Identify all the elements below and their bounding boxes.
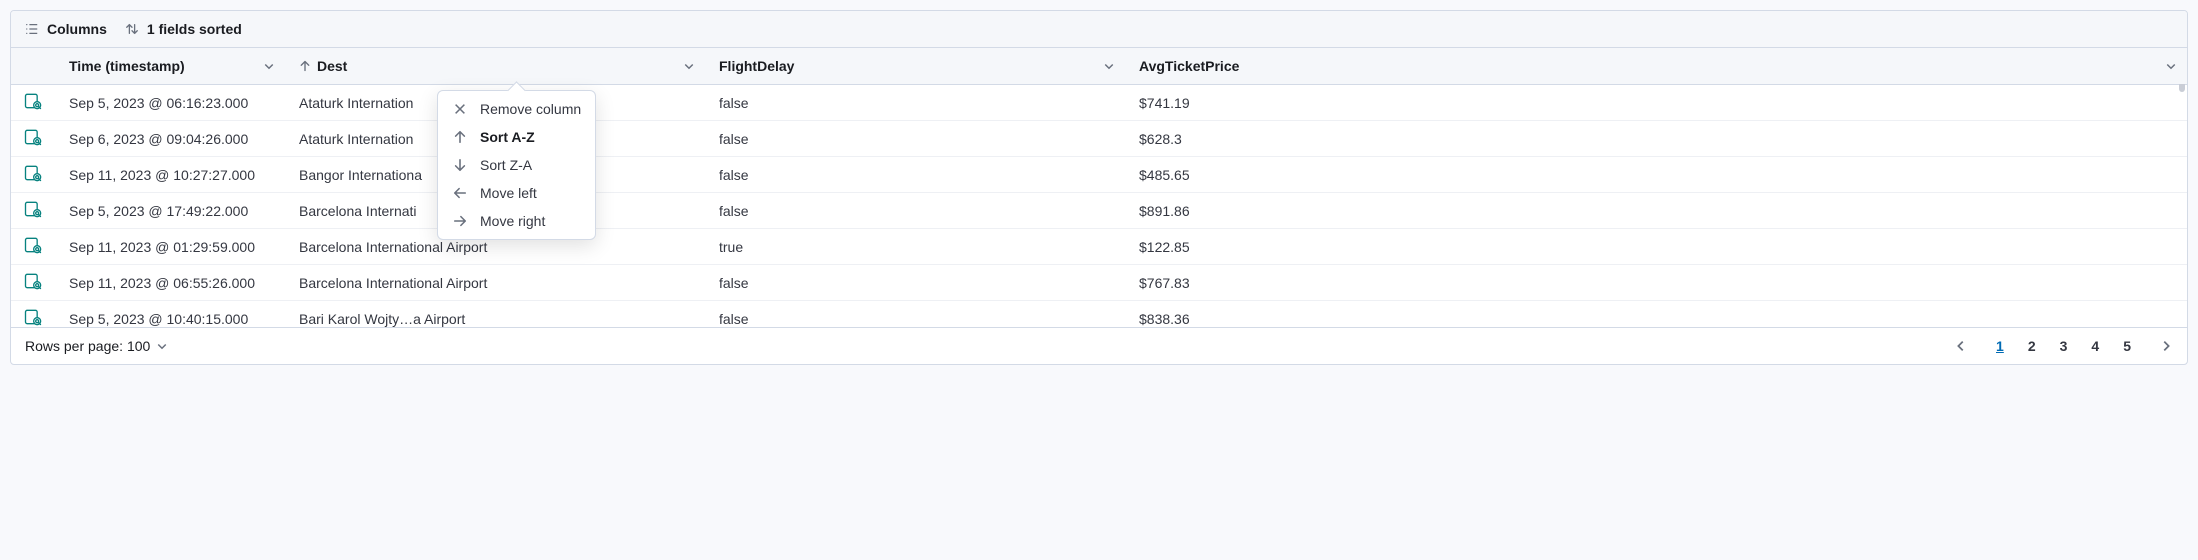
table-row: Sep 11, 2023 @ 06:55:26.000Barcelona Int…: [11, 265, 2187, 301]
expand-row-icon[interactable]: [23, 271, 43, 291]
menu-item-sort-za[interactable]: Sort Z-A: [438, 151, 595, 179]
cell-dest: Bari Karol Wojty…a Airport: [285, 301, 705, 329]
column-header-dest[interactable]: Dest: [285, 48, 705, 85]
cell-time: Sep 11, 2023 @ 10:27:27.000: [55, 157, 285, 193]
cell-time: Sep 5, 2023 @ 10:40:15.000: [55, 301, 285, 329]
x-icon: [452, 102, 468, 116]
table-scroll-area[interactable]: Time (timestamp) Dest: [11, 48, 2187, 328]
cell-flightdelay: false: [705, 193, 1125, 229]
cell-avgprice: $628.3: [1125, 121, 2187, 157]
page-1[interactable]: 1: [1996, 338, 2004, 354]
data-table-panel: Columns 1 fields sorted Time (timestamp): [10, 10, 2188, 365]
expand-row-icon[interactable]: [23, 91, 43, 111]
menu-label: Sort A-Z: [480, 129, 535, 145]
expand-row-icon[interactable]: [23, 163, 43, 183]
column-context-menu: Remove column Sort A-Z Sort Z-A Move lef…: [437, 90, 596, 240]
table-row: Sep 5, 2023 @ 10:40:15.000Bari Karol Woj…: [11, 301, 2187, 329]
cell-flightdelay: true: [705, 229, 1125, 265]
table-row: Sep 11, 2023 @ 01:29:59.000Barcelona Int…: [11, 229, 2187, 265]
list-icon: [25, 22, 39, 36]
rows-per-page-select[interactable]: Rows per page: 100: [25, 338, 168, 354]
menu-label: Move left: [480, 185, 537, 201]
columns-button[interactable]: Columns: [25, 21, 107, 37]
cell-flightdelay: false: [705, 121, 1125, 157]
expand-header: [11, 48, 55, 85]
chevron-down-icon[interactable]: [2165, 60, 2177, 72]
menu-label: Sort Z-A: [480, 157, 532, 173]
page-next[interactable]: [2159, 339, 2173, 353]
arrow-up-icon: [299, 60, 311, 72]
menu-item-move-right[interactable]: Move right: [438, 207, 595, 235]
page-4[interactable]: 4: [2091, 338, 2099, 354]
sort-status-label: 1 fields sorted: [147, 21, 242, 37]
arrow-right-icon: [452, 214, 468, 228]
cell-flightdelay: false: [705, 301, 1125, 329]
cell-flightdelay: false: [705, 85, 1125, 121]
pagination: 1 2 3 4 5: [1954, 338, 2173, 354]
cell-time: Sep 5, 2023 @ 17:49:22.000: [55, 193, 285, 229]
chevron-down-icon[interactable]: [683, 60, 695, 72]
cell-time: Sep 5, 2023 @ 06:16:23.000: [55, 85, 285, 121]
cell-flightdelay: false: [705, 265, 1125, 301]
sort-icon: [125, 22, 139, 36]
header-label: FlightDelay: [719, 58, 794, 74]
data-table: Time (timestamp) Dest: [11, 48, 2187, 328]
menu-item-move-left[interactable]: Move left: [438, 179, 595, 207]
menu-item-remove-column[interactable]: Remove column: [438, 95, 595, 123]
table-row: Sep 11, 2023 @ 10:27:27.000Bangor Intern…: [11, 157, 2187, 193]
table-row: Sep 5, 2023 @ 17:49:22.000Barcelona Inte…: [11, 193, 2187, 229]
chevron-down-icon[interactable]: [263, 60, 275, 72]
cell-avgprice: $485.65: [1125, 157, 2187, 193]
header-label: Dest: [317, 58, 347, 74]
cell-avgprice: $767.83: [1125, 265, 2187, 301]
table-toolbar: Columns 1 fields sorted: [11, 11, 2187, 48]
arrow-down-icon: [452, 158, 468, 172]
page-prev[interactable]: [1954, 339, 1968, 353]
cell-time: Sep 6, 2023 @ 09:04:26.000: [55, 121, 285, 157]
expand-row-icon[interactable]: [23, 307, 43, 327]
menu-label: Move right: [480, 213, 545, 229]
expand-row-icon[interactable]: [23, 235, 43, 255]
arrow-left-icon: [452, 186, 468, 200]
page-3[interactable]: 3: [2060, 338, 2068, 354]
cell-avgprice: $838.36: [1125, 301, 2187, 329]
header-label: AvgTicketPrice: [1139, 58, 1239, 74]
chevron-down-icon[interactable]: [1103, 60, 1115, 72]
cell-time: Sep 11, 2023 @ 01:29:59.000: [55, 229, 285, 265]
expand-row-icon[interactable]: [23, 127, 43, 147]
table-row: Sep 5, 2023 @ 06:16:23.000Ataturk Intern…: [11, 85, 2187, 121]
menu-label: Remove column: [480, 101, 581, 117]
header-label: Time (timestamp): [69, 58, 185, 74]
column-header-avgprice[interactable]: AvgTicketPrice: [1125, 48, 2187, 85]
cell-dest: Barcelona International Airport: [285, 265, 705, 301]
cell-time: Sep 11, 2023 @ 06:55:26.000: [55, 265, 285, 301]
sort-status-button[interactable]: 1 fields sorted: [125, 21, 242, 37]
chevron-down-icon: [156, 340, 168, 352]
cell-avgprice: $891.86: [1125, 193, 2187, 229]
column-header-flightdelay[interactable]: FlightDelay: [705, 48, 1125, 85]
menu-item-sort-az[interactable]: Sort A-Z: [438, 123, 595, 151]
table-footer: Rows per page: 100 1 2 3 4 5: [11, 328, 2187, 364]
cell-flightdelay: false: [705, 157, 1125, 193]
columns-label: Columns: [47, 21, 107, 37]
cell-avgprice: $741.19: [1125, 85, 2187, 121]
column-header-time[interactable]: Time (timestamp): [55, 48, 285, 85]
page-2[interactable]: 2: [2028, 338, 2036, 354]
arrow-up-icon: [452, 130, 468, 144]
page-5[interactable]: 5: [2123, 338, 2131, 354]
cell-avgprice: $122.85: [1125, 229, 2187, 265]
rows-per-page-label: Rows per page: 100: [25, 338, 150, 354]
table-row: Sep 6, 2023 @ 09:04:26.000Ataturk Intern…: [11, 121, 2187, 157]
expand-row-icon[interactable]: [23, 199, 43, 219]
